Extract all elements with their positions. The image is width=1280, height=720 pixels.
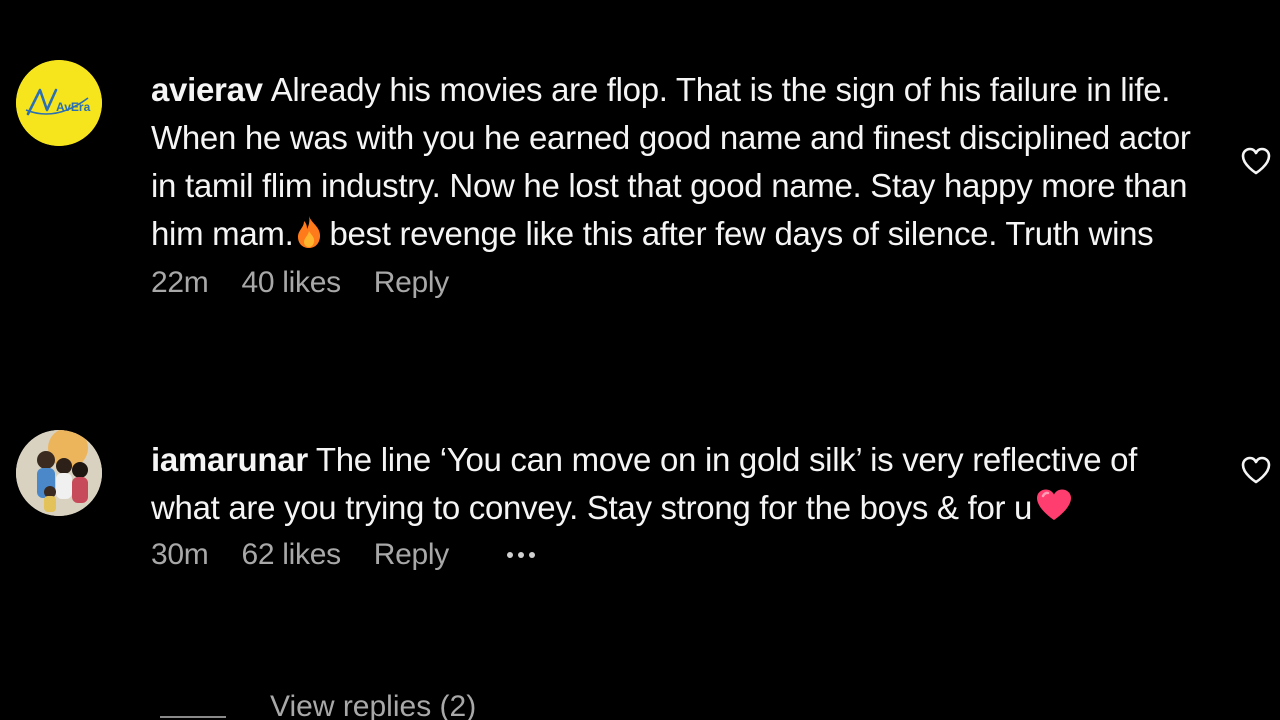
reply-button[interactable]: Reply (374, 538, 450, 572)
username[interactable]: avierav (151, 71, 263, 108)
comment-text-part: best revenge like this after few days of… (329, 215, 1154, 252)
like-heart-icon[interactable] (1240, 455, 1272, 485)
fire-emoji-icon (295, 214, 323, 262)
heart-emoji-icon (1034, 487, 1074, 536)
comments-panel: AvEra avierav Already his movies are flop… (0, 0, 1280, 720)
reply-button[interactable]: Reply (374, 266, 450, 300)
svg-text:AvEra: AvEra (56, 100, 91, 114)
more-options-icon[interactable] (507, 552, 535, 558)
avatar[interactable]: AvEra (16, 60, 102, 146)
comment-likes[interactable]: 40 likes (241, 266, 341, 300)
comment-text: avierav Already his movies are flop. That… (151, 66, 1211, 262)
view-replies-button[interactable]: View replies (2) (160, 690, 476, 720)
avatar[interactable] (16, 430, 102, 516)
like-heart-icon[interactable] (1240, 146, 1272, 176)
view-replies-label: View replies (2) (270, 690, 477, 720)
comment-time: 30m (151, 538, 209, 571)
comment-time: 22m (151, 266, 209, 299)
comment-body: avierav Already his movies are flop. That… (151, 66, 1211, 262)
comment-body: iamarunar The line ‘You can move on in go… (151, 436, 1211, 536)
comment-meta: 22m 40 likes Reply (151, 266, 482, 300)
family-photo-icon (16, 430, 102, 516)
comment-meta: 30m 62 likes Reply (151, 538, 568, 572)
avierav-logo-icon: AvEra (16, 60, 102, 146)
username[interactable]: iamarunar (151, 441, 308, 478)
comment-text: iamarunar The line ‘You can move on in go… (151, 436, 1211, 536)
comment-likes[interactable]: 62 likes (241, 538, 341, 572)
divider-line (160, 716, 226, 718)
